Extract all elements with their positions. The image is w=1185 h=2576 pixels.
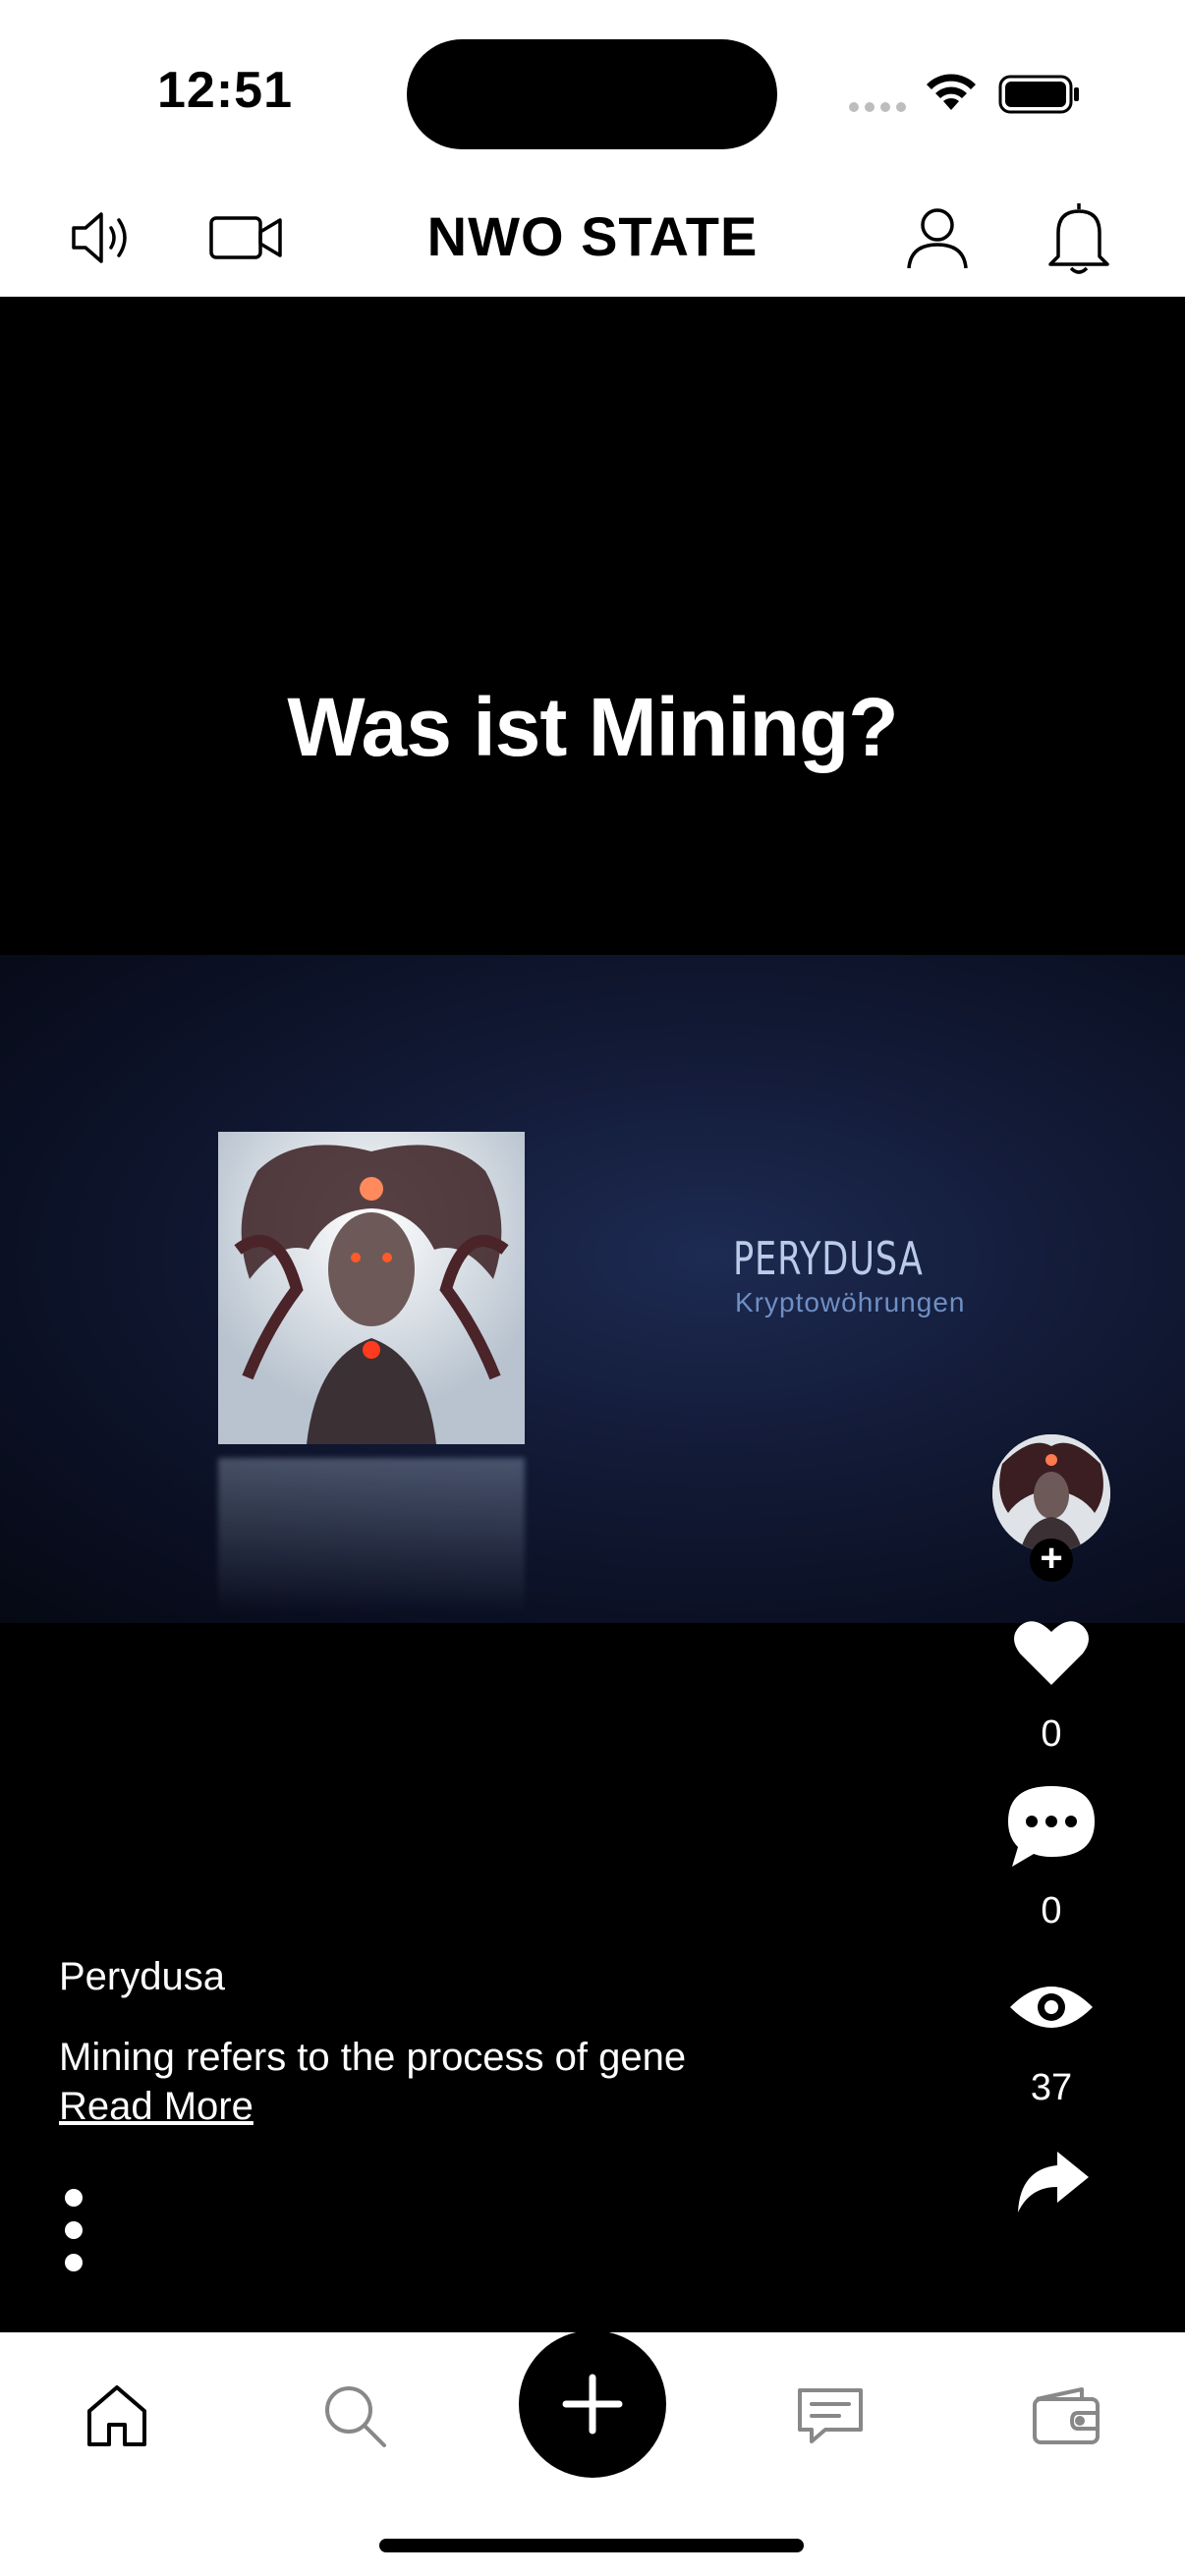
banner-subtitle: Kryptowöhrungen xyxy=(735,1287,966,1317)
status-bar: 12:51 xyxy=(0,0,1185,177)
post-description: Mining refers to the process of gene xyxy=(59,2036,687,2079)
views-count: 37 xyxy=(1030,2067,1073,2108)
wifi-icon xyxy=(927,74,976,110)
cellular-signal-icon xyxy=(849,102,906,112)
more-options-icon[interactable] xyxy=(61,2189,86,2271)
battery-icon xyxy=(998,75,1079,114)
album-reflection xyxy=(218,1458,525,1615)
read-more-link[interactable]: Read More xyxy=(59,2085,254,2129)
album-art xyxy=(218,1132,525,1444)
wallet-icon[interactable] xyxy=(1022,2372,1110,2460)
add-icon xyxy=(562,2374,623,2435)
add-post-button[interactable] xyxy=(519,2330,666,2478)
comment-icon[interactable] xyxy=(1002,1782,1100,1871)
bell-icon[interactable] xyxy=(1040,198,1118,277)
messages-icon[interactable] xyxy=(786,2372,875,2460)
banner-brand: PERYDUSA xyxy=(733,1232,924,1285)
video-headline: Was ist Mining? xyxy=(287,681,898,773)
home-indicator[interactable] xyxy=(379,2539,804,2552)
views-icon xyxy=(1002,1963,1100,2051)
like-icon[interactable] xyxy=(1002,1607,1100,1696)
comment-count: 0 xyxy=(1041,1890,1062,1932)
app-title: NWO STATE xyxy=(426,205,759,267)
post-author[interactable]: Perydusa xyxy=(59,1955,225,1999)
profile-icon[interactable] xyxy=(898,198,977,277)
search-icon[interactable] xyxy=(310,2372,399,2460)
share-icon[interactable] xyxy=(1002,2138,1100,2226)
follow-button[interactable]: + xyxy=(1030,1539,1073,1582)
dynamic-island xyxy=(407,39,777,149)
creator-avatar[interactable] xyxy=(992,1434,1110,1552)
status-time: 12:51 xyxy=(157,62,293,119)
home-icon[interactable] xyxy=(73,2372,161,2460)
app-header: NWO STATE xyxy=(0,177,1185,297)
like-count: 0 xyxy=(1041,1713,1062,1755)
